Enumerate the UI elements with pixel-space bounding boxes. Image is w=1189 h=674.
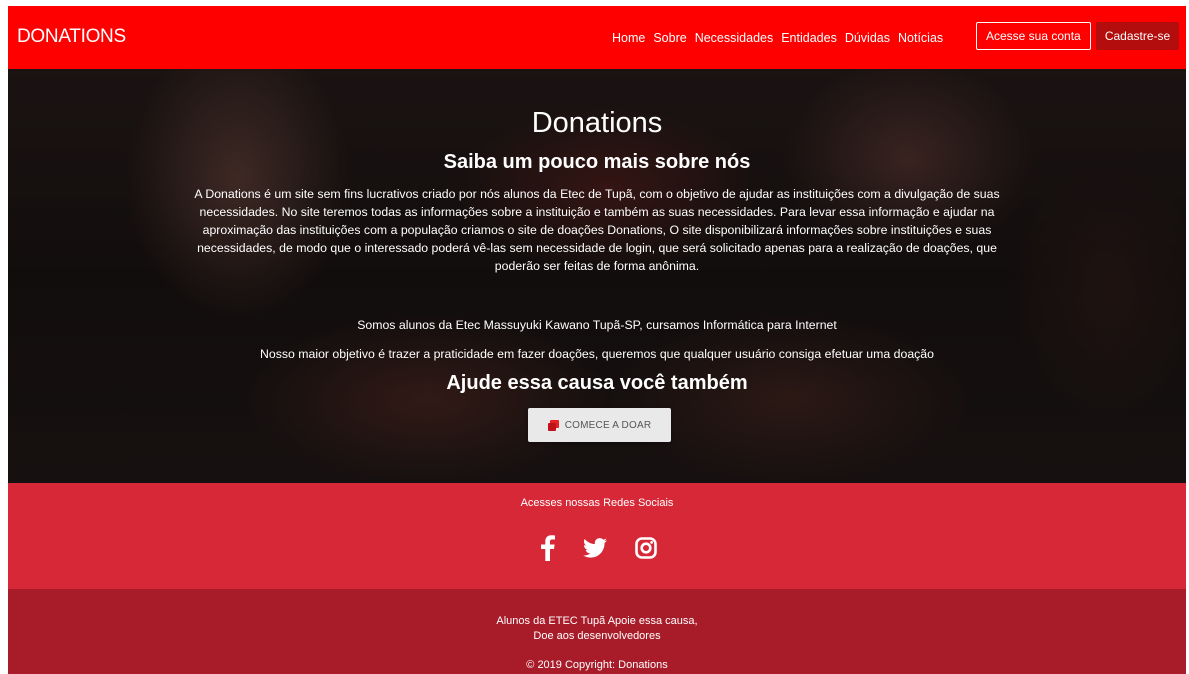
nav-link-home[interactable]: Home [612,31,645,45]
footer-copyright: © 2019 Copyright: Donations [526,659,668,671]
hero-call-to-action: Ajude essa causa você também [446,372,748,394]
hero-section: Donations Saiba um pouco mais sobre nós … [8,69,1186,483]
facebook-icon[interactable] [541,535,555,561]
donate-icon [547,419,559,431]
login-button[interactable]: Acesse sua conta [976,22,1091,50]
hero-content: Donations Saiba um pouco mais sobre nós … [8,69,1186,483]
hero-description: A Donations é um site sem fins lucrativo… [194,187,1000,273]
social-icons [529,535,669,561]
hero-title: Donations [531,107,663,139]
social-section: Acesses nossas Redes Sociais [8,483,1186,589]
start-donating-label: COMECE A DOAR [564,419,652,431]
nav-link-entidades[interactable]: Entidades [781,31,837,45]
start-donating-button[interactable]: COMECE A DOAR [528,408,671,442]
footer-donate-developers-link[interactable]: Doe aos desenvolvedores [8,630,1186,642]
navbar: DONATIONS Home Sobre Necessidades Entida… [8,6,1186,69]
page: DONATIONS Home Sobre Necessidades Entida… [8,6,1186,674]
nav-link-duvidas[interactable]: Dúvidas [845,31,890,45]
social-title: Acesses nossas Redes Sociais [520,497,674,509]
brand-logo[interactable]: DONATIONS [17,26,126,48]
twitter-icon[interactable] [583,535,607,561]
nav-link-noticias[interactable]: Notícias [898,31,943,45]
footer: Alunos da ETEC Tupã Apoie essa causa, Do… [8,589,1186,674]
footer-support-line: Alunos da ETEC Tupã Apoie essa causa, [496,615,698,627]
signup-button[interactable]: Cadastre-se [1096,22,1179,50]
nav-link-sobre[interactable]: Sobre [653,31,686,45]
nav-link-necessidades[interactable]: Necessidades [695,31,774,45]
instagram-icon[interactable] [635,535,657,561]
hero-students-line: Somos alunos da Etec Massuyuki Kawano Tu… [357,318,837,332]
hero-subtitle: Saiba um pouco mais sobre nós [443,151,751,173]
nav-links: Home Sobre Necessidades Entidades Dúvida… [612,6,951,69]
hero-goal-line: Nosso maior objetivo é trazer a praticid… [260,347,934,361]
